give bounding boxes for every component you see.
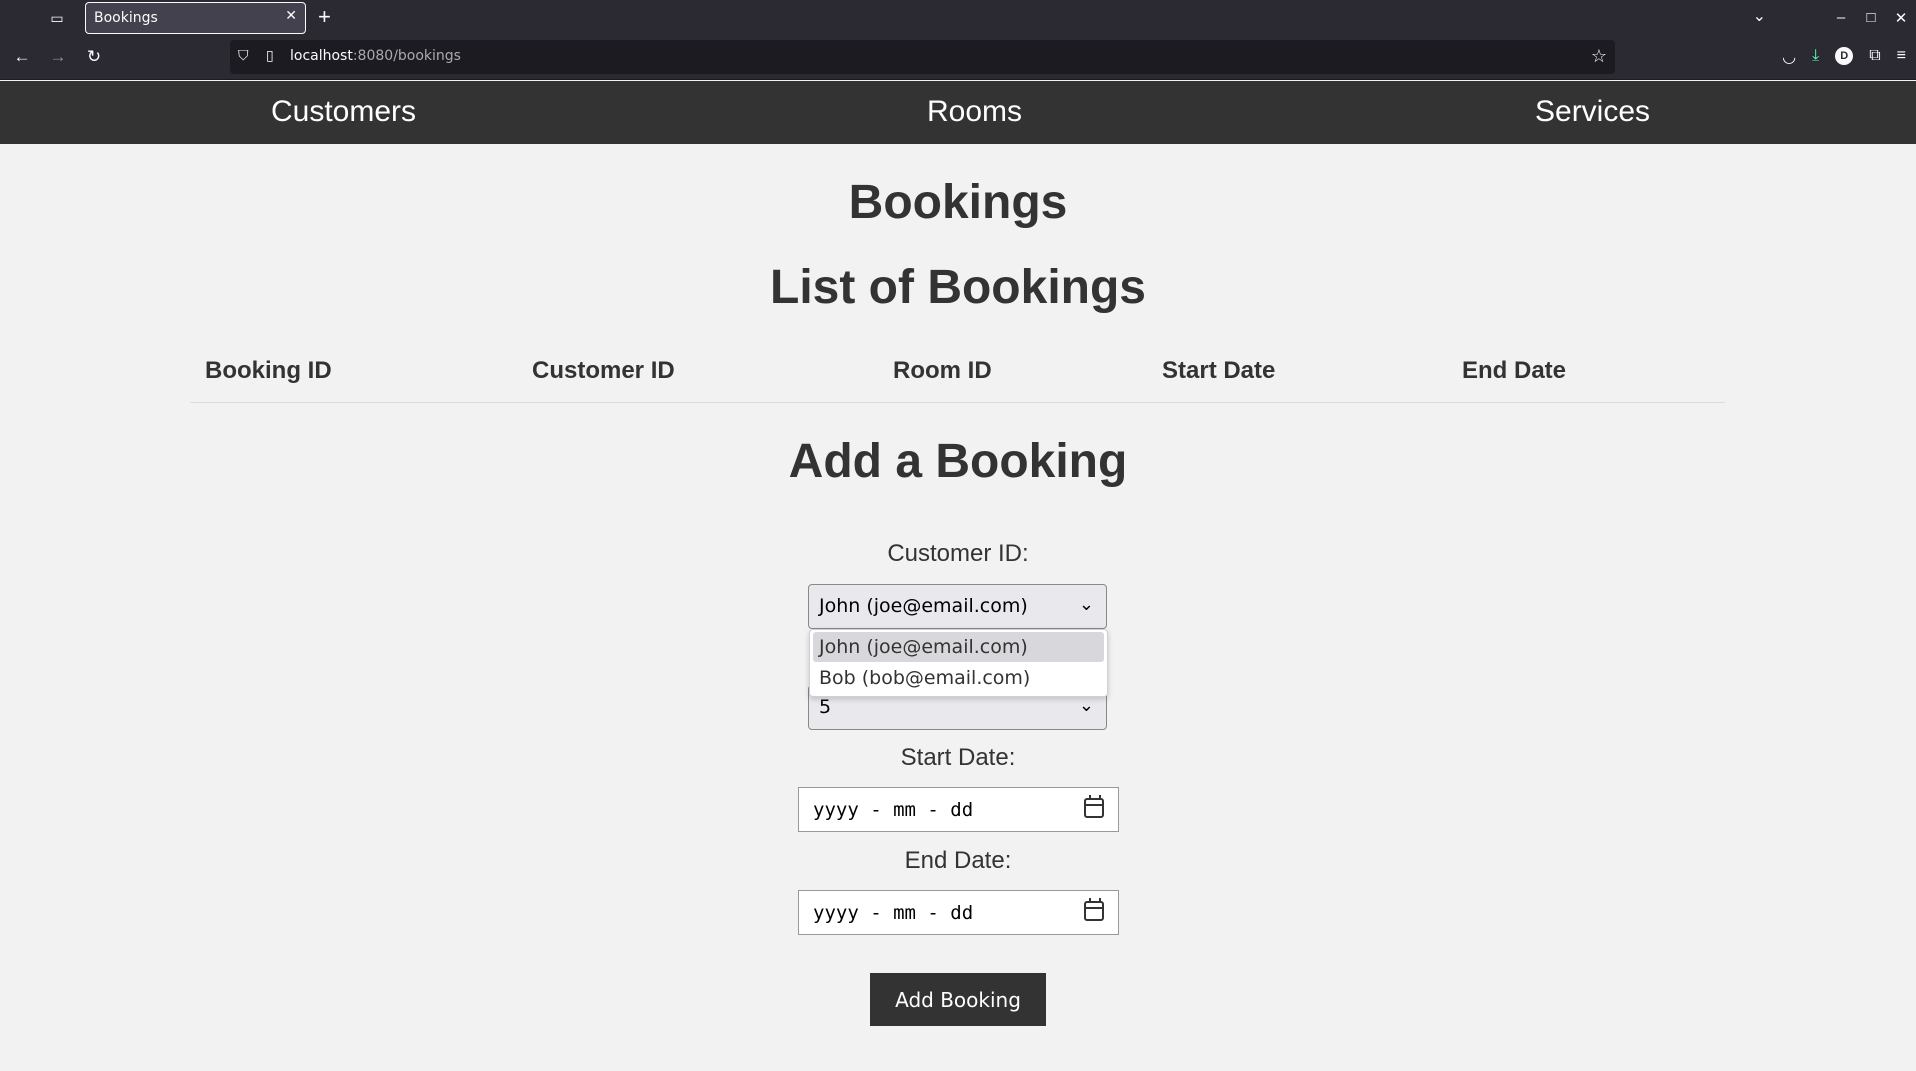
extensions-icon[interactable]: ⧉ (1869, 47, 1880, 67)
browser-tab-bar: ▭ Bookings ✕ + ⌄ – □ ✕ (0, 0, 1916, 35)
add-booking-button[interactable]: Add Booking (870, 973, 1046, 1026)
start-date-input[interactable]: yyyy - mm - dd (798, 787, 1119, 832)
th-room-id: Room ID (893, 357, 992, 384)
tab-title: Bookings (94, 10, 158, 26)
th-customer-id: Customer ID (532, 357, 675, 384)
pocket-icon[interactable]: ◡ (1782, 47, 1796, 67)
close-window-icon[interactable]: ✕ (1886, 9, 1916, 27)
room-select-value: 5 (819, 696, 832, 718)
form-title: Add a Booking (788, 435, 1128, 488)
start-date-label: Start Date: (900, 744, 1016, 771)
nav-link-customers[interactable]: Customers (271, 95, 416, 129)
browser-tab[interactable]: Bookings ✕ (85, 2, 306, 34)
new-tab-icon[interactable]: + (318, 5, 331, 29)
forward-icon[interactable]: → (47, 47, 69, 67)
th-booking-id: Booking ID (205, 357, 332, 384)
nav-link-services[interactable]: Services (1535, 95, 1650, 129)
customer-dropdown-list: John (joe@email.com) Bob (bob@email.com) (809, 629, 1108, 697)
back-icon[interactable]: ← (11, 47, 33, 67)
chevron-down-icon: ⌄ (1078, 594, 1094, 615)
customer-select-value: John (joe@email.com) (819, 595, 1028, 617)
reload-icon[interactable]: ↻ (83, 47, 105, 67)
close-icon[interactable]: ✕ (285, 8, 297, 24)
minimize-icon[interactable]: – (1826, 9, 1856, 26)
end-date-placeholder: yyyy - mm - dd (813, 902, 974, 924)
browser-nav-bar: ← → ↻ ⛉ ▯ localhost:8080/bookings ☆ ◡ ⤓ … (0, 35, 1916, 80)
th-end-date: End Date (1462, 357, 1567, 384)
calendar-icon[interactable] (1084, 795, 1104, 818)
chevron-down-icon: ⌄ (1078, 695, 1094, 716)
page-title: Bookings (848, 176, 1068, 229)
customer-option-john[interactable]: John (joe@email.com) (813, 632, 1104, 662)
chevron-down-icon[interactable]: ⌄ (1753, 6, 1766, 26)
maximize-icon[interactable]: □ (1856, 9, 1886, 26)
url-text[interactable]: localhost:8080/bookings (290, 48, 461, 64)
menu-icon[interactable]: ≡ (1897, 47, 1906, 67)
download-icon[interactable]: ⤓ (1812, 47, 1819, 67)
page-icon[interactable]: ▯ (266, 48, 274, 64)
customer-select[interactable]: John (joe@email.com) ⌄ (808, 584, 1107, 629)
start-date-placeholder: yyyy - mm - dd (813, 799, 974, 821)
window-controls: – □ ✕ (1826, 0, 1916, 35)
th-start-date: Start Date (1162, 357, 1276, 384)
end-date-label: End Date: (904, 847, 1012, 874)
site-nav: Customers Rooms Services (0, 81, 1916, 144)
url-bar[interactable]: ⛉ ▯ localhost:8080/bookings ☆ (230, 40, 1615, 74)
end-date-input[interactable]: yyyy - mm - dd (798, 890, 1119, 935)
nav-link-rooms[interactable]: Rooms (927, 95, 1022, 129)
customer-option-bob[interactable]: Bob (bob@email.com) (813, 663, 1104, 693)
tab-overview-icon[interactable]: ▭ (48, 9, 66, 27)
calendar-icon[interactable] (1084, 898, 1104, 921)
customer-id-label: Customer ID: (887, 540, 1029, 567)
shield-icon[interactable]: ⛉ (238, 48, 249, 64)
bookings-table-header: Booking ID Customer ID Room ID Start Dat… (190, 345, 1725, 403)
list-title: List of Bookings (770, 261, 1146, 314)
toolbar-right: ◡ ⤓ D ⧉ ≡ (1782, 47, 1906, 67)
account-icon[interactable]: D (1835, 47, 1854, 65)
bookmark-star-icon[interactable]: ☆ (1591, 46, 1607, 67)
